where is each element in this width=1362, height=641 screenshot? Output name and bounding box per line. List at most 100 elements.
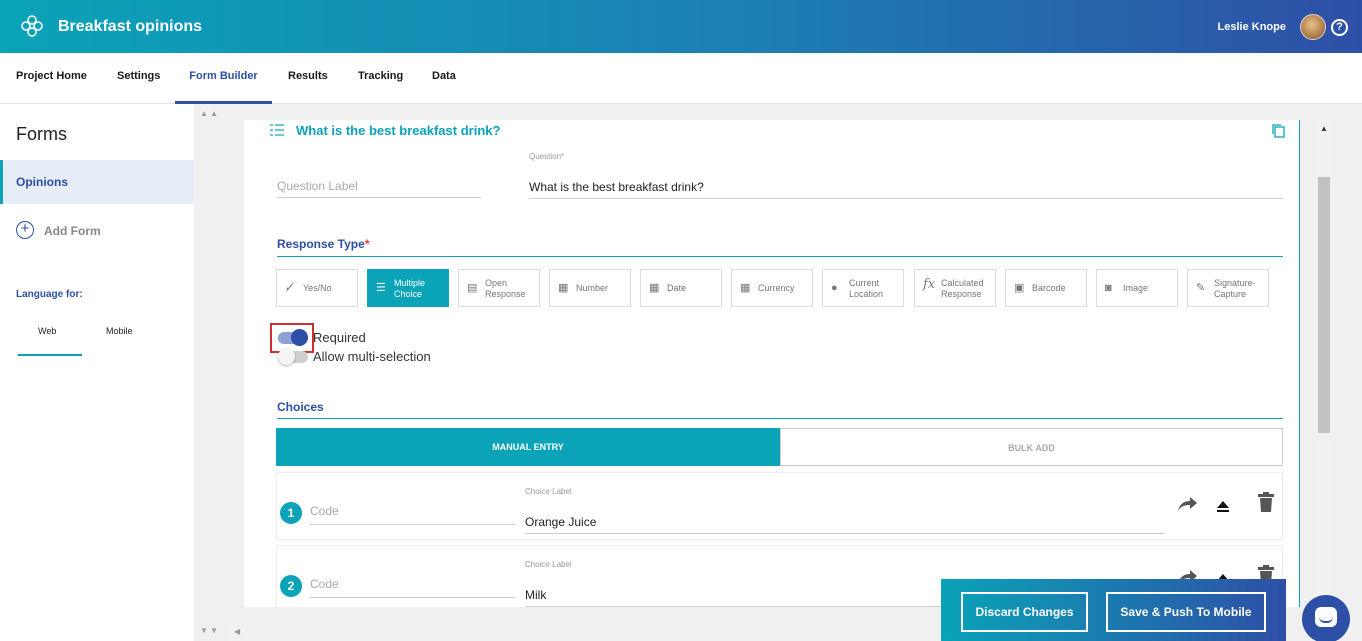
choice-code-input[interactable]: Code (310, 504, 515, 525)
tab-tracking[interactable]: Tracking (358, 53, 403, 104)
choice-code-placeholder: Code (310, 504, 339, 518)
yes-no-icon: ✓̸ (285, 282, 295, 294)
top-bar: Breakfast opinions Leslie Knope ? (0, 0, 1362, 53)
main-nav: Project Home Settings Form Builder Resul… (0, 53, 1362, 104)
tab-results[interactable]: Results (288, 53, 328, 104)
copy-icon[interactable] (1272, 124, 1285, 138)
language-tab-web[interactable]: Web (38, 326, 56, 336)
action-bar: Discard Changes Save & Push To Mobile (941, 579, 1286, 641)
text-box-icon: ▤ (467, 282, 478, 294)
response-type-label: Barcode (1032, 283, 1066, 293)
manual-entry-tab[interactable]: MANUAL ENTRY (276, 428, 780, 466)
response-type-title-text: Response Type (277, 237, 365, 251)
choice-label-input[interactable]: Orange Juice (525, 515, 1165, 534)
required-star: * (364, 237, 370, 251)
multi-selection-toggle[interactable] (278, 348, 308, 365)
tab-data[interactable]: Data (432, 53, 456, 104)
question-label-input[interactable]: Question Label (277, 179, 481, 198)
tab-project-home[interactable]: Project Home (16, 53, 87, 104)
camera-icon: ◙ (1105, 282, 1112, 294)
response-type-image[interactable]: ◙ Image (1096, 269, 1178, 307)
choice-row: 1 Code Choice Label Orange Juice (276, 472, 1283, 540)
scrollbar-thumb[interactable] (1318, 177, 1330, 433)
question-editor: What is the best breakfast drink? Questi… (244, 120, 1300, 607)
calculator-icon: ▦ (558, 282, 569, 294)
plus-circle-icon: + (16, 221, 34, 239)
choice-label-caption: Choice Label (525, 487, 572, 496)
choices-title: Choices (277, 400, 324, 414)
calendar-icon: ▦ (649, 282, 660, 294)
response-type-label: Open Response (485, 278, 526, 299)
language-label: Language for: (16, 289, 83, 300)
bulk-add-tab[interactable]: BULK ADD (780, 428, 1283, 466)
help-icon[interactable]: ? (1331, 19, 1348, 36)
required-label: Required (313, 330, 366, 345)
toggle-knob (278, 348, 295, 365)
response-type-signature-capture[interactable]: ✎ Signature-Capture (1187, 269, 1269, 307)
response-type-label: Number (576, 283, 609, 293)
scroll-down-left-icon[interactable]: ▼ ▼ (200, 626, 218, 635)
sidebar-item-label: Opinions (16, 175, 68, 189)
avatar[interactable] (1300, 14, 1326, 40)
choice-code-placeholder: Code (310, 577, 339, 591)
eject-icon[interactable] (1212, 495, 1234, 517)
response-type-open-response[interactable]: ▤ Open Response (458, 269, 540, 307)
choice-code-input[interactable]: Code (310, 577, 515, 598)
response-type-date[interactable]: ▦ Date (640, 269, 722, 307)
choice-number: 1 (280, 502, 302, 524)
scroll-up-left-icon[interactable]: ▲ ▲ (200, 109, 218, 118)
scroll-left-icon[interactable]: ◀ (234, 627, 240, 636)
response-type-label: Image (1123, 283, 1149, 293)
choice-label-caption: Choice Label (525, 560, 572, 569)
multi-selection-label: Allow multi-selection (313, 349, 431, 364)
fx-icon: fx (923, 277, 936, 292)
barcode-icon: ▣ (1014, 282, 1025, 294)
list-icon (270, 124, 284, 136)
question-text-input[interactable]: What is the best breakfast drink? (529, 180, 1283, 199)
response-type-label: Currency (758, 283, 795, 293)
add-form-label: Add Form (44, 224, 101, 238)
sidebar-item-opinions[interactable]: Opinions (0, 160, 194, 204)
tab-form-builder[interactable]: Form Builder (175, 53, 272, 104)
question-label-placeholder: Question Label (277, 179, 358, 193)
response-type-yes-no[interactable]: ✓̸ Yes/No (276, 269, 358, 307)
response-type-barcode[interactable]: ▣ Barcode (1005, 269, 1087, 307)
response-type-label: Multiple Choice (394, 278, 426, 299)
user-name[interactable]: Leslie Knope (1218, 21, 1286, 33)
language-tab-indicator (18, 354, 82, 356)
section-divider (277, 418, 1283, 419)
response-type-label: Current Location (849, 278, 884, 299)
response-type-multiple-choice[interactable]: ☰ Multiple Choice (367, 269, 449, 307)
discard-changes-button[interactable]: Discard Changes (961, 592, 1088, 632)
highlight-box (270, 323, 314, 353)
vertical-scrollbar[interactable]: ▲ (1316, 120, 1332, 607)
response-type-current-location[interactable]: ● Current Location (822, 269, 904, 307)
response-type-title: Response Type* (277, 237, 369, 251)
location-pin-icon: ● (831, 282, 838, 294)
list-icon: ☰ (376, 282, 386, 294)
trash-icon[interactable] (1255, 491, 1277, 513)
response-type-number[interactable]: ▦ Number (549, 269, 631, 307)
app-logo-icon[interactable] (20, 14, 44, 38)
scroll-up-icon[interactable]: ▲ (1320, 124, 1328, 133)
response-type-label: Signature-Capture (1214, 278, 1256, 299)
question-text-value: What is the best breakfast drink? (529, 180, 704, 194)
section-divider (277, 256, 1283, 257)
response-type-calculated-response[interactable]: fx Calculated Response (914, 269, 996, 307)
app-title: Breakfast opinions (58, 18, 203, 35)
question-caption: Question* (529, 152, 565, 161)
chat-launcher-button[interactable] (1302, 595, 1350, 641)
response-type-label: Yes/No (303, 283, 332, 293)
pen-icon: ✎ (1196, 282, 1206, 294)
choice-number: 2 (280, 575, 302, 597)
sidebar: Forms Opinions + Add Form Language for: … (0, 104, 194, 641)
save-push-button[interactable]: Save & Push To Mobile (1106, 592, 1266, 632)
language-tab-mobile[interactable]: Mobile (106, 326, 133, 336)
response-type-currency[interactable]: ▦ Currency (731, 269, 813, 307)
calculator-icon: ▦ (740, 282, 751, 294)
tab-settings[interactable]: Settings (117, 53, 160, 104)
question-title: What is the best breakfast drink? (296, 123, 501, 138)
response-type-label: Calculated Response (941, 278, 984, 299)
share-arrow-icon[interactable] (1176, 493, 1198, 515)
sidebar-title: Forms (16, 124, 67, 144)
